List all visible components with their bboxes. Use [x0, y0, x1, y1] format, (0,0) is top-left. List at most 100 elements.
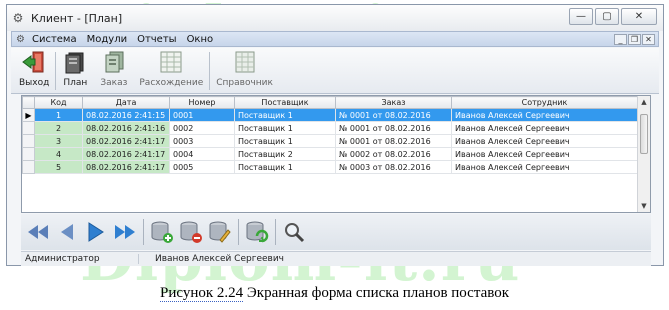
row-indicator	[22, 134, 35, 148]
previous-record-button[interactable]	[54, 218, 80, 246]
row-indicator-header	[22, 96, 35, 109]
maximize-button[interactable]: ▢	[595, 8, 619, 25]
cell-employee[interactable]: Иванов Алексей Сергеевич	[451, 108, 638, 122]
cell-employee[interactable]: Иванов Алексей Сергеевич	[451, 121, 638, 135]
cell-code[interactable]: 1	[34, 108, 83, 122]
menu-system[interactable]: Система	[27, 34, 82, 45]
minimize-button[interactable]: —	[569, 8, 593, 25]
cell-code[interactable]: 3	[34, 134, 83, 148]
scroll-down-arrow-icon[interactable]: ▼	[638, 200, 650, 212]
search-button[interactable]	[281, 218, 307, 246]
plan-button[interactable]: План	[56, 48, 94, 92]
row-indicator-arrow: ▶	[22, 108, 35, 122]
cell-number[interactable]: 0005	[169, 160, 235, 174]
grid-header: Код Дата Номер Поставщик Заказ Сотрудник	[22, 96, 638, 109]
status-role: Администратор	[21, 254, 139, 264]
reference-book-icon	[235, 51, 255, 73]
reference-label: Справочник	[216, 78, 273, 88]
cell-code[interactable]: 2	[34, 121, 83, 135]
close-button[interactable]: ✕	[621, 8, 657, 25]
column-header-supplier[interactable]: Поставщик	[234, 96, 336, 109]
cell-number[interactable]: 0004	[169, 147, 235, 161]
order-button[interactable]: Заказ	[94, 48, 133, 92]
column-header-order[interactable]: Заказ	[335, 96, 452, 109]
cell-order[interactable]: № 0001 от 08.02.2016	[335, 108, 452, 122]
cell-order[interactable]: № 0001 от 08.02.2016	[335, 121, 452, 135]
cell-date[interactable]: 08.02.2016 2:41:15	[82, 108, 170, 122]
mdi-close-button[interactable]: ✕	[642, 33, 655, 45]
edit-record-button[interactable]	[207, 218, 233, 246]
search-icon	[285, 223, 305, 243]
discrepancy-button[interactable]: Расхождение	[133, 48, 209, 92]
add-record-button[interactable]	[149, 218, 175, 246]
mdi-minimize-button[interactable]: _	[614, 33, 627, 45]
menu-modules[interactable]: Модули	[82, 34, 132, 45]
cell-code[interactable]: 5	[34, 160, 83, 174]
row-indicator	[22, 121, 35, 135]
cell-date[interactable]: 08.02.2016 2:41:17	[82, 160, 170, 174]
cell-supplier[interactable]: Поставщик 2	[234, 147, 336, 161]
exit-button[interactable]: Выход	[13, 48, 55, 92]
exit-icon	[22, 51, 44, 73]
navigator-separator	[275, 219, 276, 245]
client-window: ⚙ Клиент - [План] — ▢ ✕ ⚙ Система Модули…	[6, 4, 664, 266]
cell-supplier[interactable]: Поставщик 1	[234, 121, 336, 135]
row-indicator	[22, 160, 35, 174]
cell-supplier[interactable]: Поставщик 1	[234, 108, 336, 122]
database-edit-icon	[209, 221, 231, 243]
cell-order[interactable]: № 0001 от 08.02.2016	[335, 134, 452, 148]
table-row[interactable]: 3 08.02.2016 2:41:17 0003 Поставщик 1 № …	[22, 134, 638, 148]
table-row[interactable]: ▶ 1 08.02.2016 2:41:15 0001 Поставщик 1 …	[22, 108, 638, 122]
gear-icon: ⚙	[16, 33, 25, 45]
vertical-scrollbar[interactable]: ▲ ▼	[637, 96, 650, 212]
cell-employee[interactable]: Иванов Алексей Сергеевич	[451, 134, 638, 148]
next-record-button[interactable]	[83, 218, 109, 246]
figure-caption: Рисунок 2.24 Экранная форма списка плано…	[0, 285, 669, 302]
first-icon	[28, 225, 48, 239]
table-row[interactable]: 2 08.02.2016 2:41:16 0002 Поставщик 1 № …	[22, 121, 638, 135]
cell-date[interactable]: 08.02.2016 2:41:16	[82, 121, 170, 135]
cell-supplier[interactable]: Поставщик 1	[234, 134, 336, 148]
delete-record-button[interactable]	[178, 218, 204, 246]
menu-bar: ⚙ Система Модули Отчеты Окно _ ❐ ✕	[11, 31, 659, 47]
navigation-bar	[21, 214, 651, 250]
database-add-icon	[151, 221, 173, 243]
plan-label: План	[63, 78, 88, 88]
last-icon	[115, 225, 135, 239]
cell-code[interactable]: 4	[34, 147, 83, 161]
cell-supplier[interactable]: Поставщик 1	[234, 160, 336, 174]
reference-button[interactable]: Справочник	[210, 48, 279, 92]
menu-window[interactable]: Окно	[182, 34, 219, 45]
title-bar[interactable]: ⚙ Клиент - [План] — ▢ ✕	[7, 5, 663, 31]
cell-order[interactable]: № 0002 от 08.02.2016	[335, 147, 452, 161]
cell-date[interactable]: 08.02.2016 2:41:17	[82, 134, 170, 148]
plans-grid[interactable]: Код Дата Номер Поставщик Заказ Сотрудник…	[21, 95, 651, 213]
column-header-number[interactable]: Номер	[169, 96, 235, 109]
first-record-button[interactable]	[25, 218, 51, 246]
menu-reports[interactable]: Отчеты	[132, 34, 181, 45]
caption-text: Экранная форма списка планов поставок	[246, 285, 509, 301]
scroll-thumb[interactable]	[640, 114, 648, 154]
column-header-employee[interactable]: Сотрудник	[451, 96, 638, 109]
mdi-restore-button[interactable]: ❐	[628, 33, 641, 45]
window-title: Клиент - [План]	[31, 11, 123, 25]
scroll-up-arrow-icon[interactable]: ▲	[638, 96, 650, 108]
cell-number[interactable]: 0003	[169, 134, 235, 148]
column-header-code[interactable]: Код	[34, 96, 83, 109]
last-record-button[interactable]	[112, 218, 138, 246]
column-header-date[interactable]: Дата	[82, 96, 170, 109]
navigator-separator	[143, 219, 144, 245]
cell-number[interactable]: 0002	[169, 121, 235, 135]
plan-icon	[65, 52, 84, 74]
refresh-button[interactable]	[244, 218, 270, 246]
order-label: Заказ	[100, 78, 128, 88]
table-row[interactable]: 5 08.02.2016 2:41:17 0005 Поставщик 1 № …	[22, 160, 638, 174]
table-row[interactable]: 4 08.02.2016 2:41:17 0004 Поставщик 2 № …	[22, 147, 638, 161]
cell-order[interactable]: № 0003 от 08.02.2016	[335, 160, 452, 174]
cell-date[interactable]: 08.02.2016 2:41:17	[82, 147, 170, 161]
cell-employee[interactable]: Иванов Алексей Сергеевич	[451, 147, 638, 161]
cell-number[interactable]: 0001	[169, 108, 235, 122]
cell-employee[interactable]: Иванов Алексей Сергеевич	[451, 160, 638, 174]
next-icon	[88, 222, 104, 242]
order-icon	[105, 51, 124, 73]
